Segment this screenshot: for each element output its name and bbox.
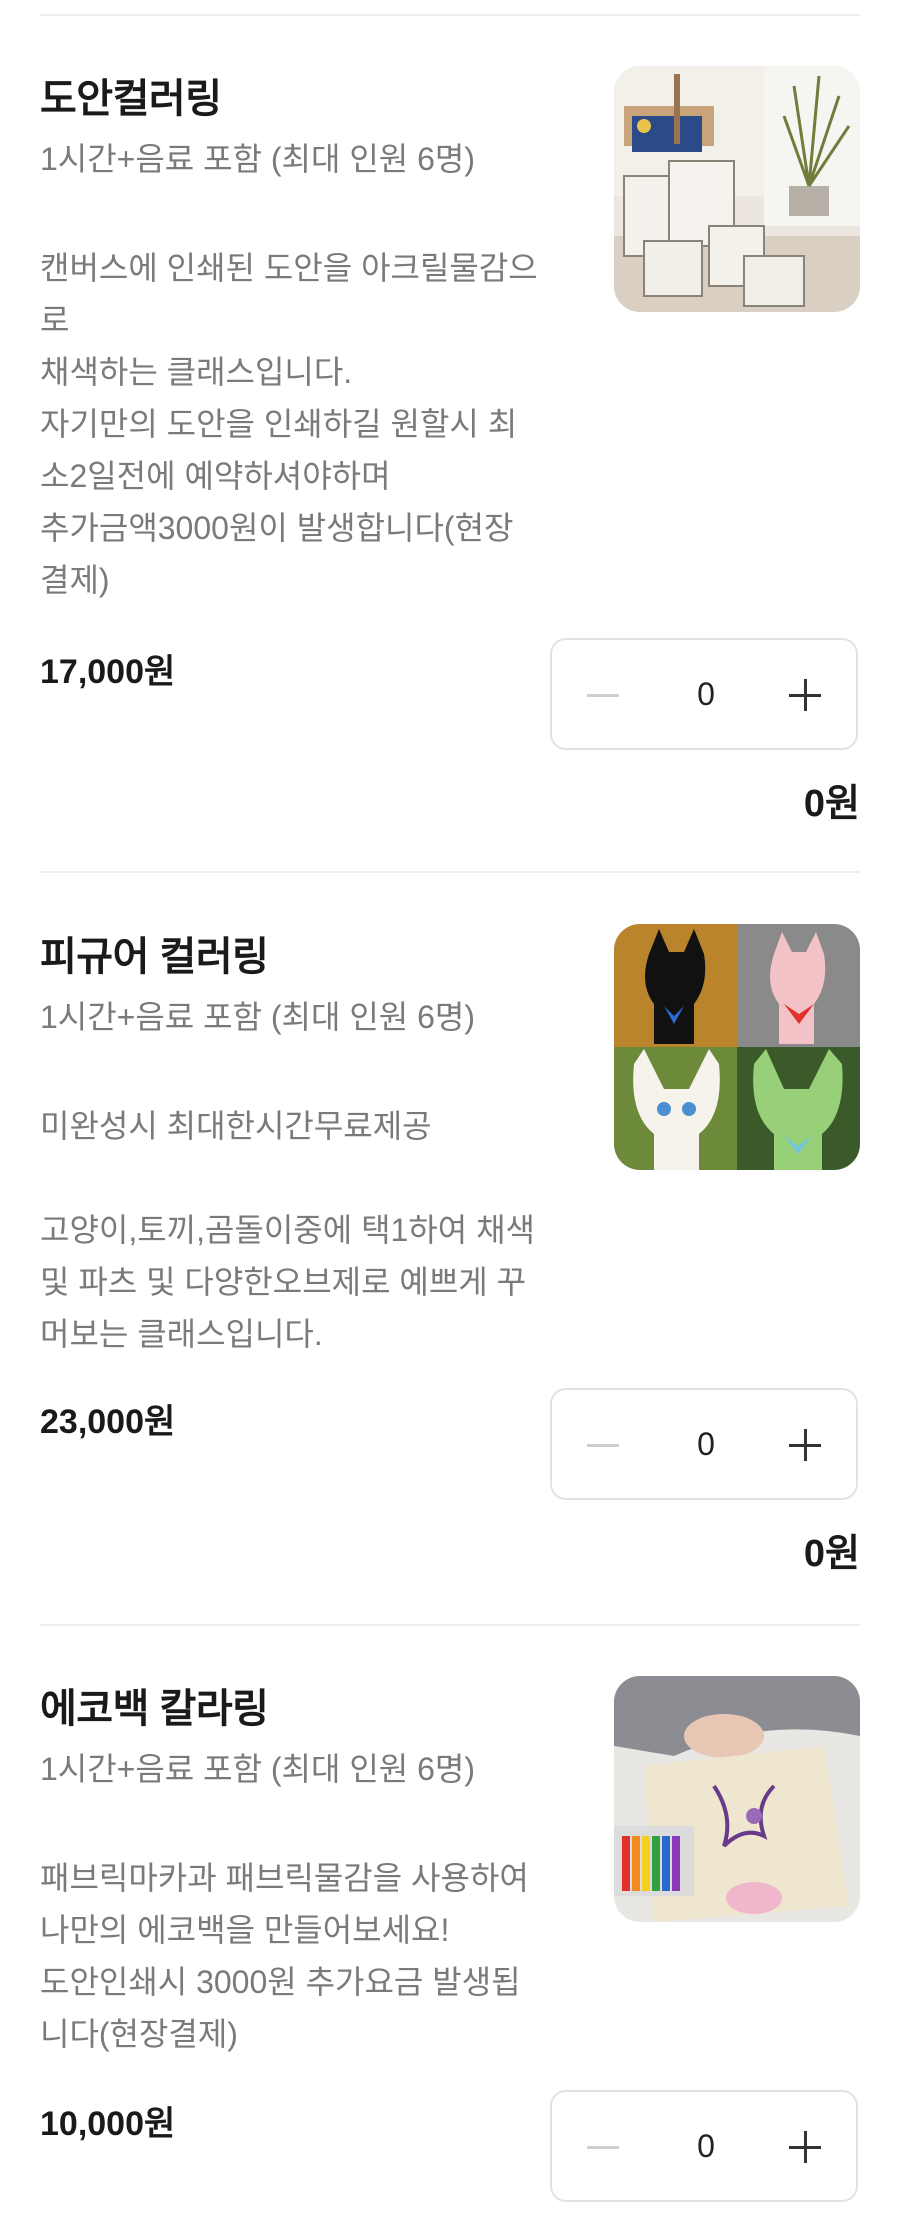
option-title: 도안컬러링 [40,77,222,121]
description-line: 로 [40,302,70,338]
description-line: 니다(현장결제) [40,2016,238,2052]
quantity-value: 0 [697,1426,715,1462]
description-line: 추가금액3000원이 발생합니다(현장 [40,510,514,546]
description-line: 미완성시 최대한시간무료제공 [40,1108,432,1144]
option-subtitle: 1시간+음료 포함 (최대 인원 6명) [40,1751,475,1787]
option-description: 패브릭마카과 패브릭물감을 사용하여 나만의 에코백을 만들어보세요! 도안인쇄… [40,1852,575,2060]
description-line: 나만의 에코백을 만들어보세요! [40,1912,450,1948]
description-line: 캔버스에 인쇄된 도안을 아크릴물감으 [40,250,538,286]
product-option-list: 도안컬러링 1시간+음료 포함 (최대 인원 6명) 캔버스에 인쇄된 도안을 … [0,0,900,2222]
divider [40,14,860,16]
quantity-stepper[interactable]: 0 [550,2090,858,2202]
description-line: 도안인쇄시 3000원 추가요금 발생됩 [40,1964,521,2000]
increase-quantity-button[interactable] [780,2122,830,2172]
description-line: 결제) [40,562,110,598]
option-total-price: 0원 [803,783,860,825]
divider [40,1624,860,1626]
option-image-easel-photo[interactable] [614,66,860,312]
option-subtitle: 1시간+음료 포함 (최대 인원 6명) [40,141,475,177]
description-line: 채색하는 클래스입니다. [40,354,353,390]
option-title: 에코백 칼라링 [40,1687,269,1731]
description-line: 및 파츠 및 다양한오브제로 예쁘게 꾸 [40,1264,527,1300]
decrease-quantity-button[interactable] [578,2122,628,2172]
description-line [40,1152,575,1204]
description-line: 자기만의 도안을 인쇄하길 원할시 최 [40,406,518,442]
option-total-price: 0원 [803,1533,860,1575]
increase-quantity-button[interactable] [780,1420,830,1470]
quantity-stepper[interactable]: 0 [550,1388,858,1500]
ecobag-painting-photo-icon [614,1676,860,1922]
description-line: 고양이,토끼,곰돌이중에 택1하여 채색 [40,1212,535,1248]
option-title: 피규어 컬러링 [40,935,269,979]
easel-and-canvases-photo-icon [614,66,860,312]
description-line: 패브릭마카과 패브릭물감을 사용하여 [40,1860,529,1896]
option-image-figure-photo[interactable] [614,924,860,1170]
option-price: 23,000원 [40,1403,176,1441]
option-image-ecobag-photo[interactable] [614,1676,860,1922]
option-description: 캔버스에 인쇄된 도안을 아크릴물감으 로 채색하는 클래스입니다. 자기만의 … [40,242,575,606]
divider [40,871,860,873]
option-price: 17,000원 [40,653,176,691]
decrease-quantity-button[interactable] [578,670,628,720]
quantity-value: 0 [697,676,715,712]
description-line: 소2일전에 예약하셔야하며 [40,458,391,494]
increase-quantity-button[interactable] [780,670,830,720]
option-price: 10,000원 [40,2105,176,2143]
option-description: 미완성시 최대한시간무료제공 고양이,토끼,곰돌이중에 택1하여 채색 및 파츠… [40,1100,575,1360]
description-line: 머보는 클래스입니다. [40,1316,323,1352]
option-subtitle: 1시간+음료 포함 (최대 인원 6명) [40,999,475,1035]
quantity-value: 0 [697,2128,715,2164]
decrease-quantity-button[interactable] [578,1420,628,1470]
quantity-stepper[interactable]: 0 [550,638,858,750]
painted-cat-figures-photo-icon [614,924,860,1170]
